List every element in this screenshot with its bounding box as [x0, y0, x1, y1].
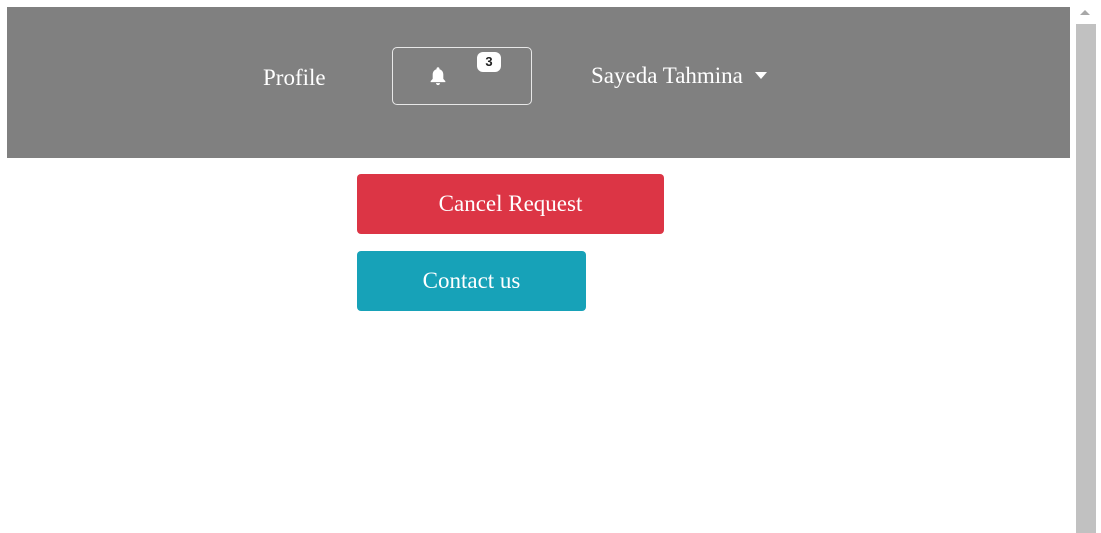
user-menu-toggle[interactable]: Sayeda Tahmina	[591, 63, 767, 89]
top-strip	[0, 0, 1072, 7]
cancel-request-button[interactable]: Cancel Request	[357, 174, 664, 234]
bell-icon	[430, 67, 446, 86]
caret-down-icon	[754, 72, 767, 79]
contact-us-button[interactable]: Contact us	[357, 251, 586, 311]
notification-count-badge: 3	[477, 52, 501, 72]
scroll-up-arrow-icon[interactable]	[1080, 10, 1090, 15]
vertical-scrollbar[interactable]	[1072, 0, 1101, 533]
profile-link[interactable]: Profile	[263, 65, 326, 91]
user-name: Sayeda Tahmina	[591, 63, 743, 88]
notifications-button[interactable]: 3	[392, 47, 532, 105]
page-viewport: Profile 3 Sayeda Tahmina Cancel Request …	[0, 0, 1101, 533]
top-navbar: Profile 3 Sayeda Tahmina	[7, 7, 1070, 158]
scrollbar-thumb[interactable]	[1076, 24, 1096, 533]
